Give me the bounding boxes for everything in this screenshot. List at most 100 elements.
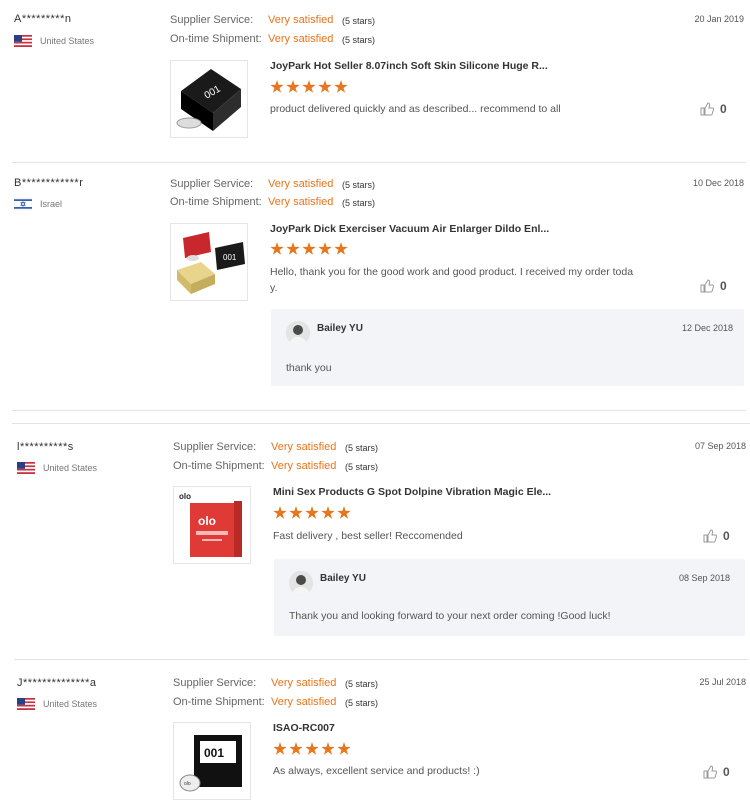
shipment-stars-text: (5 stars) (345, 698, 379, 708)
star-icon (337, 506, 351, 519)
us-flag-icon (14, 35, 32, 47)
feedback-text: product delivered quickly and as describ… (270, 103, 561, 115)
rating-stars (273, 506, 351, 520)
supplier-stars-text: (5 stars) (345, 679, 379, 689)
shipment-label: On-time Shipment: (170, 33, 262, 45)
star-icon (337, 742, 351, 755)
svg-text:001: 001 (204, 746, 224, 760)
israel-flag-icon (13, 197, 33, 211)
thumbs-up-icon (703, 529, 717, 543)
shipment-value: Very satisfied (271, 460, 337, 472)
buyer-name: l**********s (17, 441, 74, 453)
svg-text:olo: olo (198, 514, 216, 528)
like-count: 0 (723, 529, 730, 543)
supplier-service-value: Very satisfied (271, 441, 337, 453)
product-thumbnail[interactable]: 001 olo (173, 722, 251, 800)
thumbs-up-icon (700, 102, 714, 116)
thumbs-up-icon (700, 279, 714, 293)
seller-reply: Bailey YU 12 Dec 2018 thank you (271, 309, 744, 386)
star-icon (270, 242, 284, 255)
reply-date: 12 Dec 2018 (681, 323, 733, 333)
star-icon (273, 506, 287, 519)
shipment-label: On-time Shipment: (170, 196, 262, 208)
supplier-service-value: Very satisfied (271, 677, 337, 689)
star-icon (302, 80, 316, 93)
reply-author: Bailey YU (320, 573, 366, 584)
buyer-name: A*********n (14, 13, 72, 25)
us-flag-icon (17, 462, 35, 474)
product-title[interactable]: JoyPark Hot Seller 8.07inch Soft Skin Si… (270, 60, 548, 72)
product-thumbnail[interactable]: 001 (170, 223, 248, 301)
like-count: 0 (720, 102, 727, 116)
supplier-service-value: Very satisfied (268, 178, 334, 190)
supplier-service-label: Supplier Service: (173, 441, 257, 453)
svg-text:olo: olo (184, 781, 191, 787)
feedback-line: Hello, thank you for the good work and g… (270, 266, 634, 278)
reply-text: thank you (286, 362, 332, 374)
country-name: United States (40, 36, 95, 46)
review-card: l**********s United States Supplier Serv… (0, 423, 750, 659)
product-thumbnail[interactable]: olo olo (173, 486, 251, 564)
review-date: 10 Dec 2018 (692, 178, 744, 188)
reply-author: Bailey YU (317, 323, 363, 334)
supplier-service-label: Supplier Service: (170, 14, 254, 26)
star-icon (289, 742, 303, 755)
star-icon (318, 80, 332, 93)
review-date: 20 Jan 2019 (694, 14, 744, 24)
product-title[interactable]: ISAO-RC007 (273, 722, 335, 734)
like-count: 0 (723, 765, 730, 779)
review-date: 07 Sep 2018 (694, 441, 746, 451)
feedback-text: Hello, thank you for the good work and g… (270, 264, 633, 296)
like-button[interactable]: 0 (703, 529, 730, 543)
feedback-line: y. (270, 282, 278, 294)
star-icon (273, 742, 287, 755)
shipment-value: Very satisfied (268, 33, 334, 45)
avatar (289, 571, 313, 595)
star-icon (302, 242, 316, 255)
product-title[interactable]: Mini Sex Products G Spot Dolpine Vibrati… (273, 486, 551, 498)
shipment-stars-text: (5 stars) (345, 462, 379, 472)
rating-stars (270, 80, 348, 94)
star-icon (286, 242, 300, 255)
shipment-label: On-time Shipment: (173, 460, 265, 472)
product-thumbnail[interactable]: 001 (170, 60, 248, 138)
shipment-value: Very satisfied (271, 696, 337, 708)
svg-text:001: 001 (223, 253, 237, 262)
like-button[interactable]: 0 (700, 279, 727, 293)
buyer-country: Israel (13, 197, 63, 211)
feedback-text: Fast delivery , best seller! Reccomended (273, 530, 463, 542)
star-icon (321, 742, 335, 755)
supplier-stars-text: (5 stars) (342, 16, 376, 26)
review-card: J**************a United States Supplier … (0, 659, 750, 806)
supplier-service-label: Supplier Service: (173, 677, 257, 689)
like-button[interactable]: 0 (700, 102, 727, 116)
like-count: 0 (720, 279, 727, 293)
feedback-text: As always, excellent service and product… (273, 765, 480, 777)
country-name: United States (43, 463, 98, 473)
star-icon (334, 80, 348, 93)
star-icon (318, 242, 332, 255)
supplier-service-label: Supplier Service: (170, 178, 254, 190)
star-icon (286, 80, 300, 93)
country-name: Israel (40, 199, 63, 209)
star-icon (289, 506, 303, 519)
supplier-service-value: Very satisfied (268, 14, 334, 26)
star-icon (321, 506, 335, 519)
country-name: United States (43, 699, 98, 709)
product-title[interactable]: JoyPark Dick Exerciser Vacuum Air Enlarg… (270, 223, 549, 235)
divider (12, 410, 746, 411)
seller-reply: Bailey YU 08 Sep 2018 Thank you and look… (274, 559, 745, 636)
supplier-stars-text: (5 stars) (342, 180, 376, 190)
shipment-label: On-time Shipment: (173, 696, 265, 708)
review-card: B************r Israel Supplier Service: … (0, 162, 750, 410)
review-date: 25 Jul 2018 (699, 677, 746, 687)
buyer-country: United States (17, 698, 97, 710)
star-icon (334, 242, 348, 255)
us-flag-icon (17, 698, 35, 710)
reply-text: Thank you and looking forward to your ne… (289, 610, 611, 622)
buyer-country: United States (17, 462, 97, 474)
like-button[interactable]: 0 (703, 765, 730, 779)
buyer-name: B************r (14, 177, 84, 189)
buyer-country: United States (14, 35, 94, 47)
svg-text:olo: olo (179, 492, 191, 501)
